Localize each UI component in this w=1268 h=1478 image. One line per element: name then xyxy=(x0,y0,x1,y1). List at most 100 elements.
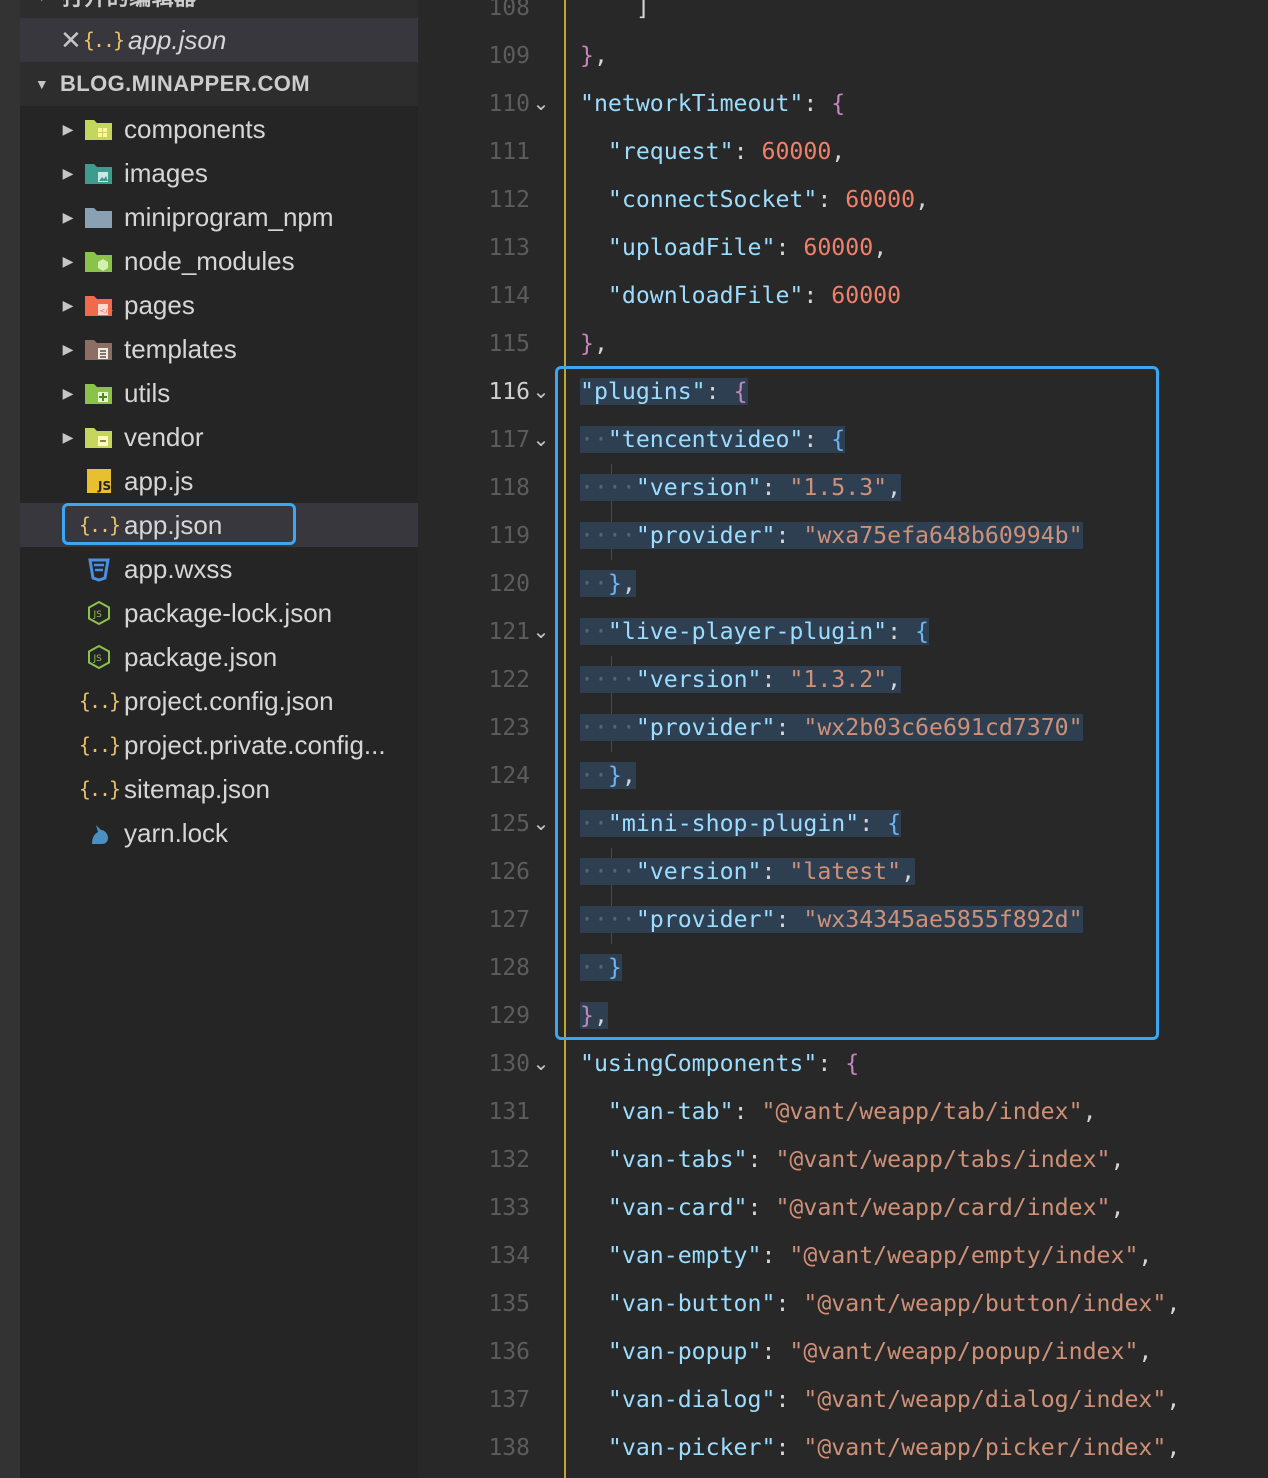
chevron-right-icon[interactable]: ▶ xyxy=(56,165,80,182)
chevron-right-icon[interactable]: ▶ xyxy=(56,209,80,226)
code-token: : xyxy=(747,1194,776,1221)
line-number: 138 xyxy=(488,1435,530,1461)
code-token: } xyxy=(580,42,594,69)
folder-item[interactable]: ▶ components xyxy=(20,107,418,151)
tree-item-label: package-lock.json xyxy=(124,597,333,628)
chevron-right-icon[interactable]: ▶ xyxy=(56,429,80,446)
chevron-right-icon[interactable]: ▶ xyxy=(56,253,80,270)
code-token: "@vant/weapp/button/index" xyxy=(803,1290,1167,1317)
file-item[interactable]: ▶JSpackage.json xyxy=(20,635,418,679)
code-line[interactable]: "networkTimeout": { xyxy=(580,80,845,128)
code-line[interactable]: ] xyxy=(580,0,650,32)
code-line[interactable]: }, xyxy=(580,320,608,368)
tree-item-label: images xyxy=(124,157,208,188)
code-token: , xyxy=(1110,1194,1125,1221)
code-line[interactable]: "downloadFile": 60000 xyxy=(580,272,901,320)
svg-text:JS: JS xyxy=(93,610,103,620)
file-item[interactable]: ▶JSpackage-lock.json xyxy=(20,591,418,635)
code-token: "@vant/weapp/tab/index" xyxy=(761,1098,1083,1125)
code-editor[interactable]: 108 ] 109}, 110 ⌄ "networkTimeout": {111 "re… xyxy=(418,0,1268,1478)
code-token: 60000 xyxy=(845,186,916,213)
images-folder-icon xyxy=(84,158,114,188)
code-line[interactable]: "van-picker": "@vant/weapp/picker/index"… xyxy=(580,1424,1180,1472)
project-header[interactable]: ▼ BLOG.MINAPPER.COM xyxy=(20,62,418,106)
code-line[interactable]: "uploadFile": 60000, xyxy=(580,224,887,272)
code-line[interactable]: "van-empty": "@vant/weapp/empty/index", xyxy=(580,1232,1152,1280)
line-number: 126 xyxy=(488,859,530,885)
open-editor-item[interactable]: ✕ {..} app.json xyxy=(20,18,418,62)
chevron-right-icon[interactable]: ▶ xyxy=(56,385,80,402)
svg-text:</>: </> xyxy=(100,307,114,315)
editor-selection-highlight xyxy=(555,366,1159,1040)
folder-item[interactable]: ▶ node_modules xyxy=(20,239,418,283)
code-line[interactable]: "van-dialog": "@vant/weapp/dialog/index"… xyxy=(580,1376,1180,1424)
file-item[interactable]: ▶{..}project.private.config... xyxy=(20,723,418,767)
chevron-right-icon[interactable]: ▶ xyxy=(56,121,80,138)
tree-item-label: sitemap.json xyxy=(124,773,270,804)
project-title: BLOG.MINAPPER.COM xyxy=(60,71,311,96)
code-token: 60000 xyxy=(761,138,832,165)
line-number: 121 xyxy=(488,619,530,645)
line-number: 108 xyxy=(488,0,530,21)
code-token: , xyxy=(915,186,930,213)
folder-item[interactable]: ▶ miniprogram_npm xyxy=(20,195,418,239)
fold-chevron-icon[interactable]: ⌄ xyxy=(528,368,554,416)
code-token: : xyxy=(761,1242,790,1269)
close-icon[interactable]: ✕ xyxy=(60,25,84,56)
code-line[interactable]: "van-button": "@vant/weapp/button/index"… xyxy=(580,1280,1180,1328)
folder-item[interactable]: ▶ vendor xyxy=(20,415,418,459)
folder-item[interactable]: ▶ utils xyxy=(20,371,418,415)
file-item[interactable]: ▶JSapp.js xyxy=(20,459,418,503)
code-token: "van-tabs" xyxy=(607,1146,748,1173)
utils-folder-icon xyxy=(84,378,114,408)
code-token: "usingComponents" xyxy=(580,1050,818,1077)
file-item[interactable]: ▶app.wxss xyxy=(20,547,418,591)
code-token: { xyxy=(845,1050,860,1077)
code-token: , xyxy=(1166,1290,1181,1317)
line-number: 127 xyxy=(488,907,530,933)
file-item[interactable]: ▶{..}project.config.json xyxy=(20,679,418,723)
code-line[interactable]: "van-tabs": "@vant/weapp/tabs/index", xyxy=(580,1136,1125,1184)
chevron-right-icon[interactable]: ▶ xyxy=(56,341,80,358)
fold-chevron-icon[interactable]: ⌄ xyxy=(528,416,554,464)
chevron-down-icon: ▼ xyxy=(34,76,50,92)
code-token: "@vant/weapp/picker/index" xyxy=(803,1434,1167,1461)
code-line[interactable]: "usingComponents": { xyxy=(580,1040,859,1088)
code-token: "@vant/weapp/empty/index" xyxy=(789,1242,1139,1269)
code-token: "van-tab" xyxy=(607,1098,734,1125)
line-number: 136 xyxy=(488,1339,530,1365)
folder-item[interactable]: ▶ </> pages xyxy=(20,283,418,327)
line-number: 118 xyxy=(488,475,530,501)
file-item[interactable]: ▶yarn.lock xyxy=(20,811,418,855)
code-token: "van-button" xyxy=(607,1290,776,1317)
code-line[interactable]: "van-tab": "@vant/weapp/tab/index", xyxy=(580,1088,1097,1136)
line-number: 113 xyxy=(488,235,530,261)
fold-chevron-icon[interactable]: ⌄ xyxy=(528,1040,554,1088)
fold-chevron-icon[interactable]: ⌄ xyxy=(528,80,554,128)
folder-item[interactable]: ▶ images xyxy=(20,151,418,195)
code-token: : xyxy=(775,234,804,261)
line-number: 119 xyxy=(488,523,530,549)
fold-chevron-icon[interactable]: ⌄ xyxy=(528,608,554,656)
code-line[interactable]: }, xyxy=(580,32,608,80)
line-number: 116 xyxy=(488,379,530,405)
chevron-right-icon[interactable]: ▶ xyxy=(56,297,80,314)
open-editors-header[interactable]: ▼ 打开的编辑器 xyxy=(20,0,418,18)
npm-file-icon: JS xyxy=(84,598,114,628)
file-item[interactable]: ▶{..}sitemap.json xyxy=(20,767,418,811)
explorer-sidebar: ▼ 打开的编辑器 ✕ {..} app.json ▼ BLOG.MINAPPER… xyxy=(0,0,418,1478)
code-token: : xyxy=(747,1146,776,1173)
code-line[interactable]: "connectSocket": 60000, xyxy=(580,176,929,224)
code-token: , xyxy=(1082,1098,1097,1125)
npm-file-icon: JS xyxy=(84,642,114,672)
fold-chevron-icon[interactable]: ⌄ xyxy=(528,800,554,848)
code-token: "request" xyxy=(607,138,734,165)
code-line[interactable]: "van-card": "@vant/weapp/card/index", xyxy=(580,1184,1125,1232)
code-token: : xyxy=(803,282,832,309)
code-token: , xyxy=(1110,1146,1125,1173)
tree-item-label: vendor xyxy=(124,421,204,452)
folder-item[interactable]: ▶ templates xyxy=(20,327,418,371)
code-line[interactable]: "request": 60000, xyxy=(580,128,845,176)
code-line[interactable]: "van-popup": "@vant/weapp/popup/index", xyxy=(580,1328,1152,1376)
line-number: 134 xyxy=(488,1243,530,1269)
